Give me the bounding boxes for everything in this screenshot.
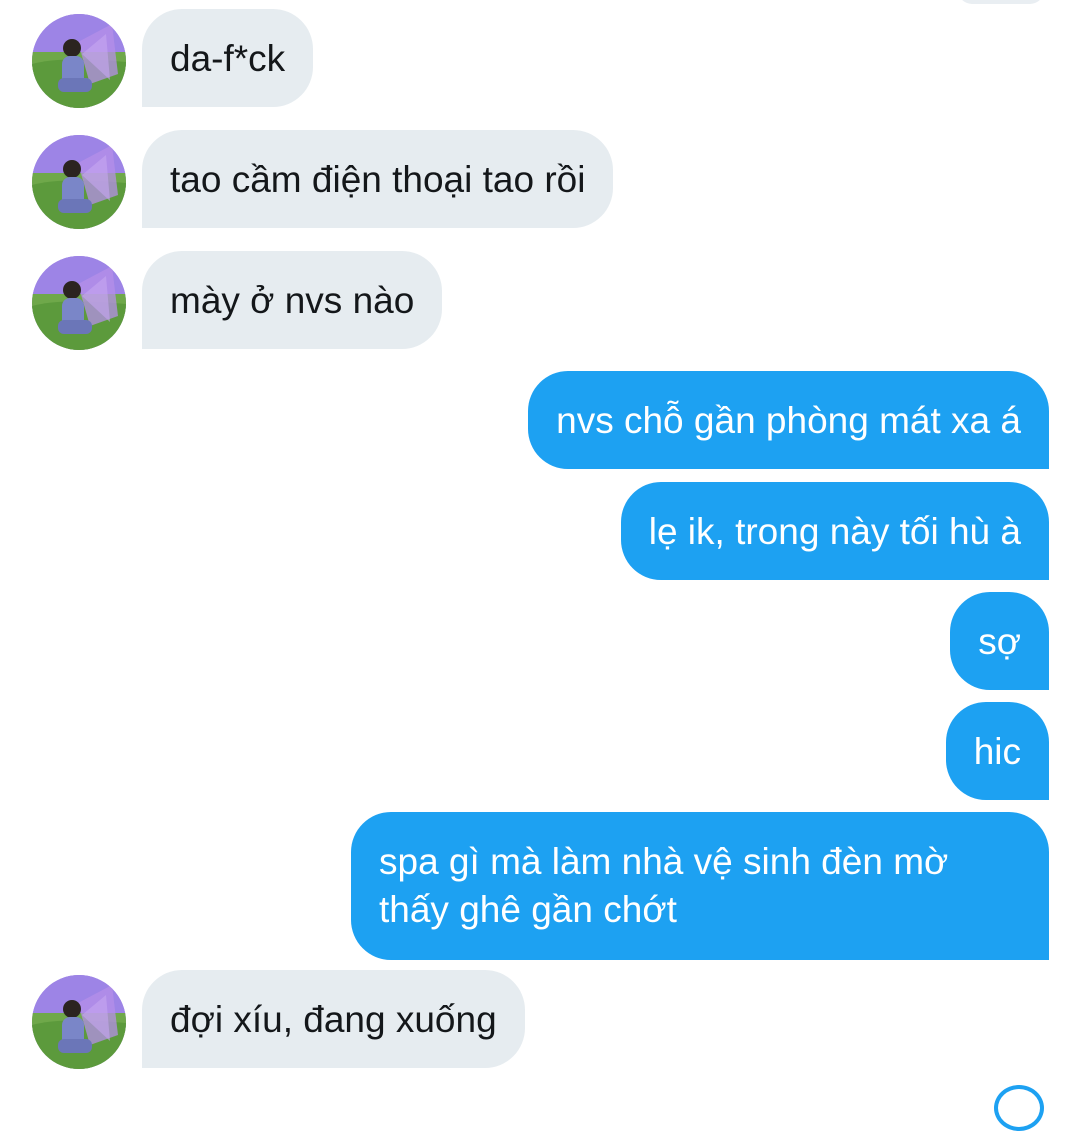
incoming-message-bubble[interactable]: da-f*ck [142,9,314,107]
top-cutoff-element [958,0,1044,4]
outgoing-message-bubble[interactable]: spa gì mà làm nhà vệ sinh đèn mờ thấy gh… [351,812,1049,960]
incoming-message-bubble[interactable]: mày ở nvs nào [142,251,443,349]
incoming-message-bubble[interactable]: đợi xíu, đang xuống [142,970,525,1068]
contact-avatar-icon[interactable] [32,14,126,108]
outgoing-message-bubble[interactable]: hic [945,702,1049,800]
outgoing-message-bubble[interactable]: sợ [950,592,1049,690]
outgoing-message-bubble[interactable]: nvs chỗ gần phòng mát xa á [528,371,1049,469]
contact-avatar-icon[interactable] [32,975,126,1069]
bottom-cutoff-element [994,1085,1044,1131]
outgoing-message-bubble[interactable]: lẹ ik, trong này tối hù à [620,482,1049,580]
incoming-message-bubble[interactable]: tao cầm điện thoại tao rồi [142,130,614,228]
contact-avatar-icon[interactable] [32,135,126,229]
contact-avatar-icon[interactable] [32,256,126,350]
